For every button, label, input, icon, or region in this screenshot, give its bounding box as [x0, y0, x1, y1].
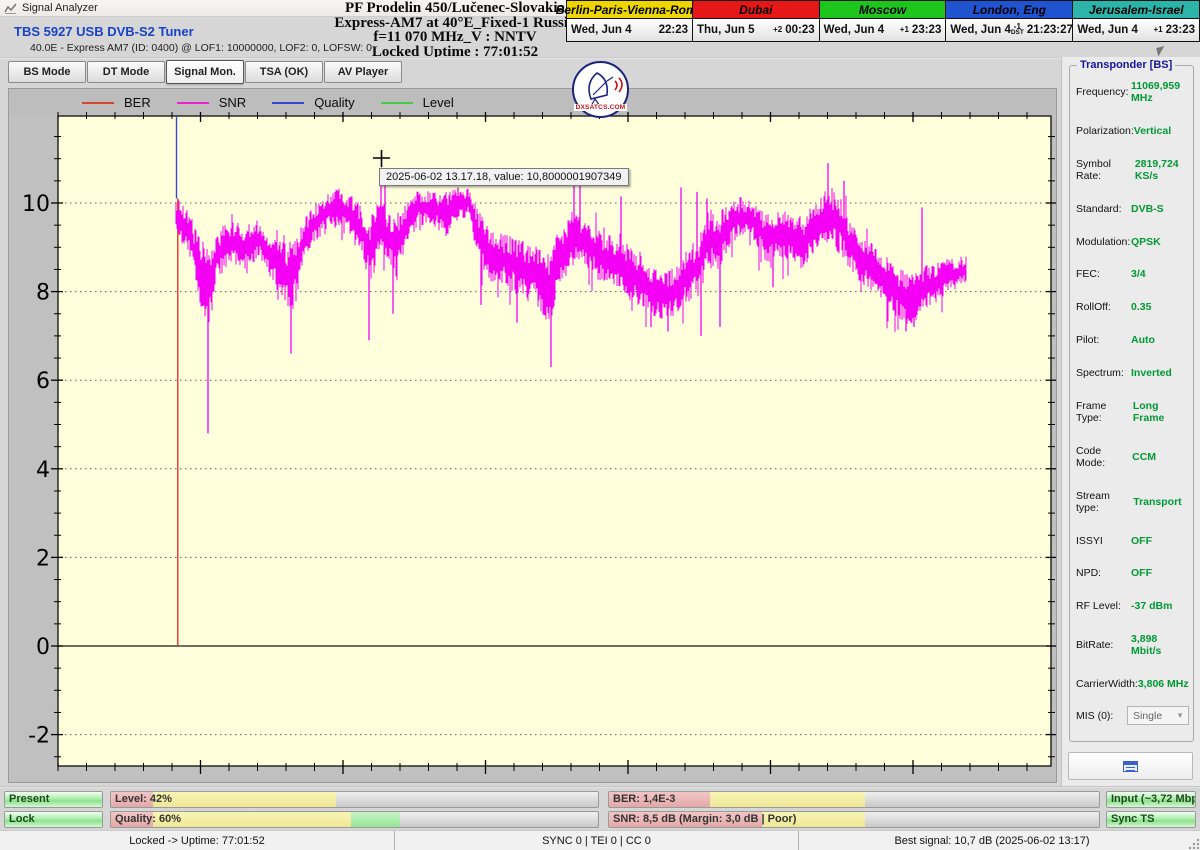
quality-bar: Quality: 60% — [110, 811, 599, 828]
tp-row-frequency: Frequency: 11069,959 MHz — [1076, 80, 1181, 104]
header-divider — [0, 57, 1200, 59]
tab-bar: BS Mode DT Mode Signal Mon. TSA (OK) AV … — [8, 60, 403, 84]
tp-row-carrierwidth: CarrierWidth: 3,806 MHz — [1076, 678, 1189, 690]
tp-row-pilot: Pilot: Auto — [1076, 334, 1155, 347]
tp-row-spectrum: Spectrum: Inverted — [1076, 367, 1172, 379]
snr-trend-chart[interactable]: 10 8 6 4 2 0 -2 — [9, 89, 1056, 782]
tab-av-player[interactable]: AV Player — [324, 61, 402, 83]
site-line-2: Express-AM7 at 40°E_Fixed-1 Russia — [334, 14, 576, 31]
svg-text:-2: -2 — [28, 724, 50, 749]
ber-fill-seg — [710, 792, 865, 807]
tab-tsa[interactable]: TSA (OK) — [245, 61, 323, 83]
clock-time: 00:23 — [785, 24, 815, 36]
clock-time: 23:23 — [911, 24, 942, 36]
tp-row-fec: FEC: 3/4 — [1076, 268, 1146, 281]
lock-indicator: Lock — [4, 811, 103, 828]
sync-ts-indicator: Sync TS — [1106, 811, 1196, 828]
clock-dst-note: DST — [1010, 29, 1024, 36]
clock-date: Wed, Jun 4 — [571, 24, 632, 36]
chart-tooltip: 2025-06-02 13.17.18, value: 10,800000190… — [379, 168, 629, 186]
mis-row: MIS (0): Single ▼ — [1076, 706, 1189, 725]
svg-text:6: 6 — [36, 369, 50, 394]
tp-row-issyi: ISSYI OFF — [1076, 534, 1152, 547]
tp-row-rf-level: RF Level: -37 dBm — [1076, 600, 1173, 613]
transport-list-button[interactable] — [1068, 752, 1193, 780]
svg-text:8: 8 — [36, 281, 50, 306]
clock-jerusalem: Jerusalem-Israel Wed, Jun 4 +1 23:23 — [1073, 0, 1200, 42]
clock-city-label: Berlin-Paris-Vienna-Roma — [556, 1, 703, 19]
svg-text:2: 2 — [36, 546, 50, 571]
clock-moscow: Moscow Wed, Jun 4 +1 23:23 — [819, 0, 947, 42]
clock-offset: +1 — [899, 24, 909, 34]
tp-row-symbol-rate: Symbol Rate: 2819,724 KS/s — [1076, 157, 1179, 182]
svg-text:4: 4 — [36, 458, 50, 483]
clock-date: Thu, Jun 5 — [697, 24, 755, 36]
clock-london: London, Eng Wed, Jun 4 -1 DST 21:23:27 — [946, 0, 1074, 42]
transponder-groupbox: Transponder [BS] Frequency: 11069,959 MHz… — [1069, 59, 1194, 742]
tuner-name: TBS 5927 USB DVB-S2 Tuner — [14, 24, 194, 39]
app-icon — [4, 3, 17, 14]
clock-date: Wed, Jun 4 — [950, 24, 1011, 36]
mis-select[interactable]: Single ▼ — [1127, 706, 1189, 725]
resize-grip[interactable] — [1187, 837, 1200, 850]
clock-offset: +2 — [773, 24, 783, 34]
tab-dt-mode[interactable]: DT Mode — [87, 61, 165, 83]
tp-row-frame-type: Frame Type: Long Frame — [1076, 399, 1165, 424]
list-icon — [1123, 760, 1138, 772]
transponder-panel: Transponder [BS] Frequency: 11069,959 MHz… — [1061, 57, 1200, 786]
level-fill-seg — [152, 792, 337, 807]
status-best-signal: Best signal: 10,7 dB (2025-06-02 13:17) — [894, 834, 1090, 847]
clock-dubai: Dubai Thu, Jun 5 +2 00:23 — [693, 0, 820, 42]
status-sync-counters: SYNC 0 | TEI 0 | CC 0 — [394, 831, 799, 850]
quality-green-seg — [350, 812, 401, 827]
snr-bar: SNR: 8,5 dB (Margin: 3,0 dB | Poor) — [608, 811, 1100, 828]
chevron-down-icon: ▼ — [1176, 711, 1184, 720]
clock-time: 22:23 — [658, 24, 688, 36]
bars-divider — [0, 786, 1200, 788]
world-clocks: Berlin-Paris-Vienna-Roma Wed, Jun 4 22:2… — [556, 0, 1200, 42]
tp-row-modulation: Modulation: QPSK — [1076, 235, 1161, 248]
clock-date: Wed, Jun 4 — [1077, 24, 1138, 36]
transponder-title: Transponder [BS] — [1077, 59, 1176, 71]
clock-berlin: Berlin-Paris-Vienna-Roma Wed, Jun 4 22:2… — [556, 0, 703, 42]
tp-row-rolloff: RollOff: 0.35 — [1076, 301, 1152, 314]
signal-chart-panel: BER SNR Quality Level 10 8 6 4 2 0 -2 2025-06-… — [8, 88, 1057, 783]
tp-row-polarization: Polarization: Vertical — [1076, 124, 1172, 137]
clock-date: Wed, Jun 4 — [823, 24, 885, 36]
satellite-dish-icon — [588, 72, 623, 107]
input-indicator: Input (~3,72 Mbps) — [1106, 791, 1196, 808]
clock-offset: +1 — [1153, 24, 1163, 34]
clock-time: 23:23 — [1165, 24, 1196, 36]
site-line-3: f=11 070 MHz_V : NNTV — [373, 29, 537, 45]
tp-row-bitrate: BitRate: 3,898 Mbit/s — [1076, 633, 1162, 658]
clock-time: 21:23:27 — [1026, 24, 1073, 36]
tp-row-npd: NPD: OFF — [1076, 567, 1152, 580]
svg-text:0: 0 — [36, 635, 50, 660]
tp-row-stream-type: Stream type: Transport — [1076, 489, 1182, 514]
clock-city-label: Jerusalem-Israel — [1073, 1, 1200, 19]
transponder-rows: Frequency: 11069,959 MHz Polarization: Ver… — [1076, 80, 1189, 690]
tp-row-code-mode: Code Mode: CCM — [1076, 444, 1157, 469]
svg-text:10: 10 — [22, 192, 50, 217]
window-title: Signal Analyzer — [22, 2, 98, 14]
tp-row-standard: Standard: DVB-S — [1076, 202, 1164, 215]
status-bar: Locked -> Uptime: 77:01:52 SYNC 0 | TEI … — [0, 830, 1200, 850]
tab-signal-mon[interactable]: Signal Mon. — [166, 60, 244, 84]
clock-city-label: Dubai — [693, 1, 819, 19]
present-indicator: Present — [4, 791, 103, 808]
tab-bs-mode[interactable]: BS Mode — [8, 61, 86, 83]
dxsatcs-logo: DXSATCS.COM — [572, 61, 629, 118]
clock-city-label: Moscow — [819, 1, 946, 19]
clock-city-label: London, Eng — [946, 1, 1073, 19]
quality-fill-seg — [152, 812, 351, 827]
level-bar: Level: 42% — [110, 791, 599, 808]
ber-bar: BER: 1,4E-3 — [608, 791, 1100, 808]
status-uptime: Locked -> Uptime: 77:01:52 — [129, 834, 265, 847]
mouse-cursor-icon: ◤ — [1155, 44, 1168, 58]
logo-text: DXSATCS.COM — [573, 104, 628, 111]
